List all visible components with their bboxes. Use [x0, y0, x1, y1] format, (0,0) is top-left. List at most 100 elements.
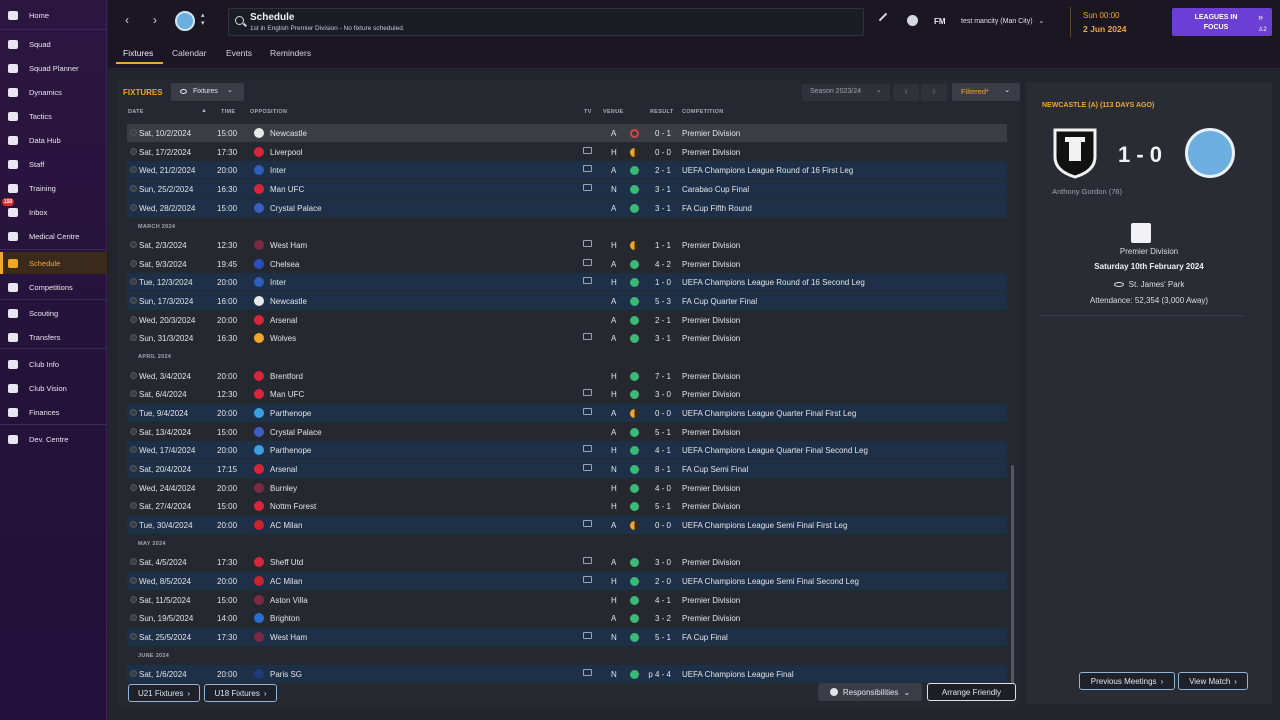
sidebar-item-club-info[interactable]: Club Info	[0, 353, 107, 375]
sidebar-item-competitions[interactable]: Competitions	[0, 276, 107, 298]
tab-reminders[interactable]: Reminders	[270, 48, 311, 58]
previous-meetings-button[interactable]: Previous Meetings ›	[1079, 672, 1175, 690]
responsibilities-button[interactable]: Responsibilities ⌄	[818, 683, 922, 701]
col-tv[interactable]: TV	[584, 109, 592, 115]
fixture-row[interactable]: Sat, 9/3/2024 19:45 Chelsea A 4 - 2 Premier D…	[127, 255, 1007, 273]
fixture-opposition[interactable]: AC Milan	[270, 521, 302, 530]
fixture-row[interactable]: Sun, 25/2/2024 16:30 Man UFC N 3 - 1 Carabao …	[127, 180, 1007, 198]
sidebar-item-squad[interactable]: Squad	[0, 33, 107, 55]
fixture-opposition[interactable]: Crystal Palace	[270, 204, 322, 213]
fixture-row[interactable]: Tue, 12/3/2024 20:00 Inter H 1 - 0 UEFA Champ…	[127, 273, 1007, 291]
sidebar-item-squad-planner[interactable]: Squad Planner	[0, 57, 107, 79]
fixture-row[interactable]: Wed, 17/4/2024 20:00 Parthenope H 4 - 1 UEFA …	[127, 441, 1007, 459]
fixture-row[interactable]: Wed, 21/2/2024 20:00 Inter A 2 - 1 UEFA Champ…	[127, 161, 1007, 179]
sidebar-item-transfers[interactable]: Transfers	[0, 326, 107, 348]
view-dropdown[interactable]: Fixtures ⌄	[171, 83, 244, 101]
tab-fixtures[interactable]: Fixtures	[123, 48, 153, 58]
arrange-friendly-button[interactable]: Arrange Friendly	[927, 683, 1016, 701]
fixture-row[interactable]: Sat, 2/3/2024 12:30 West Ham H 1 - 1 Premier …	[127, 236, 1007, 254]
fixture-opposition[interactable]: West Ham	[270, 633, 307, 642]
fixture-opposition[interactable]: Burnley	[270, 484, 297, 493]
fixture-row[interactable]: Sat, 17/2/2024 17:30 Liverpool H 0 - 0 Premie…	[127, 143, 1007, 161]
next-season-button[interactable]: ›	[921, 84, 947, 101]
club-crest-icon[interactable]	[175, 11, 195, 31]
tab-calendar[interactable]: Calendar	[172, 48, 207, 58]
u21-fixtures-button[interactable]: U21 Fixtures ›	[128, 684, 200, 702]
fixture-opposition[interactable]: Paris SG	[270, 670, 302, 679]
fixture-opposition[interactable]: Man UFC	[270, 390, 304, 399]
fixture-opposition[interactable]: Wolves	[270, 334, 296, 343]
fixture-row[interactable]: Wed, 28/2/2024 15:00 Crystal Palace A 3 - 1 F…	[127, 199, 1007, 217]
fixture-row[interactable]: Sun, 19/5/2024 14:00 Brighton A 3 - 2 Premier…	[127, 609, 1007, 627]
sidebar-item-dynamics[interactable]: Dynamics	[0, 81, 107, 103]
sidebar-item-staff[interactable]: Staff	[0, 153, 107, 175]
fixture-row[interactable]: Tue, 9/4/2024 20:00 Parthenope A 0 - 0 UEFA C…	[127, 404, 1007, 422]
home-crest-icon[interactable]	[1049, 127, 1101, 179]
fixture-row[interactable]: Sat, 13/4/2024 15:00 Crystal Palace A 5 - 1 P…	[127, 423, 1007, 441]
fixture-row[interactable]: Wed, 3/4/2024 20:00 Brentford H 7 - 1 Premier…	[127, 367, 1007, 385]
fm-logo[interactable]: FM	[934, 17, 946, 26]
u18-fixtures-button[interactable]: U18 Fixtures ›	[204, 684, 277, 702]
fixture-opposition[interactable]: AC Milan	[270, 577, 302, 586]
tab-events[interactable]: Events	[226, 48, 252, 58]
fixture-opposition[interactable]: Aston Villa	[270, 596, 308, 605]
fixture-opposition[interactable]: Brighton	[270, 614, 300, 623]
sidebar-item-data-hub[interactable]: Data Hub	[0, 129, 107, 151]
title-bar[interactable]: Schedule 1st in English Premier Division…	[228, 8, 864, 36]
away-crest-icon[interactable]	[1185, 128, 1235, 178]
fixture-row[interactable]: Sat, 11/5/2024 15:00 Aston Villa H 4 - 1 Prem…	[127, 591, 1007, 609]
prev-season-button[interactable]: ‹	[893, 84, 919, 101]
sidebar-item-club-vision[interactable]: Club Vision	[0, 377, 107, 399]
fixture-row[interactable]: Sun, 17/3/2024 16:00 Newcastle A 5 - 3 FA Cup…	[127, 292, 1007, 310]
scrollbar[interactable]	[1011, 465, 1014, 685]
fixture-opposition[interactable]: Arsenal	[270, 316, 297, 325]
sidebar-item-scouting[interactable]: Scouting	[0, 302, 107, 324]
sidebar-item-inbox[interactable]: 150 Inbox	[0, 198, 107, 223]
fixture-opposition[interactable]: West Ham	[270, 241, 307, 250]
leagues-in-focus-button[interactable]: LEAGUES IN FOCUS » ♙2	[1172, 8, 1272, 36]
view-match-button[interactable]: View Match ›	[1178, 672, 1248, 690]
fixture-row[interactable]: Sat, 4/5/2024 17:30 Sheff Utd A 3 - 0 Premier…	[127, 553, 1007, 571]
fixture-row[interactable]: Sun, 31/3/2024 16:30 Wolves A 3 - 1 Premier D…	[127, 329, 1007, 347]
sidebar-item-home[interactable]: Home	[0, 4, 107, 26]
fixture-row[interactable]: Sat, 20/4/2024 17:15 Arsenal N 8 - 1 FA Cup S…	[127, 460, 1007, 478]
sidebar-item-medical-centre[interactable]: Medical Centre	[0, 225, 107, 247]
filter-dropdown[interactable]: Filtered* ⌄	[952, 83, 1020, 101]
back-button[interactable]: ‹	[120, 13, 134, 27]
col-time[interactable]: TIME	[221, 109, 235, 115]
fixture-row[interactable]: Sat, 6/4/2024 12:30 Man UFC H 3 - 0 Premier D…	[127, 385, 1007, 403]
date-time[interactable]: Sun 00:00 2 Jun 2024	[1070, 7, 1164, 37]
col-date[interactable]: DATE	[128, 109, 144, 115]
fixture-opposition[interactable]: Newcastle	[270, 129, 307, 138]
fixture-opposition[interactable]: Chelsea	[270, 260, 299, 269]
fixture-opposition[interactable]: Newcastle	[270, 297, 307, 306]
sidebar-item-training[interactable]: Training	[0, 177, 107, 199]
fixture-row[interactable]: Wed, 24/4/2024 20:00 Burnley H 4 - 0 Premier …	[127, 479, 1007, 497]
fixture-opposition[interactable]: Man UFC	[270, 185, 304, 194]
fixture-opposition[interactable]: Sheff Utd	[270, 558, 303, 567]
sidebar-item-schedule[interactable]: Schedule	[0, 252, 107, 274]
sidebar-item-dev-centre[interactable]: Dev. Centre	[0, 428, 107, 450]
fixture-row[interactable]: Sat, 25/5/2024 17:30 West Ham N 5 - 1 FA Cup …	[127, 628, 1007, 646]
forward-button[interactable]: ›	[148, 13, 162, 27]
season-dropdown[interactable]: Season 2023/24 ⌄	[802, 84, 890, 101]
fixture-opposition[interactable]: Liverpool	[270, 148, 302, 157]
fixture-opposition[interactable]: Inter	[270, 278, 286, 287]
club-switch-icon[interactable]: ▴ ▾	[201, 12, 205, 28]
fixture-opposition[interactable]: Brentford	[270, 372, 303, 381]
manager-dropdown[interactable]: test mancity (Man City) ⌄	[961, 17, 1044, 25]
fixture-row[interactable]: Sat, 10/2/2024 15:00 Newcastle A 0 - 1 Premie…	[127, 124, 1007, 142]
fixture-opposition[interactable]: Parthenope	[270, 446, 311, 455]
col-competition[interactable]: COMPETITION	[682, 109, 724, 115]
fixture-row[interactable]: Sat, 27/4/2024 15:00 Nottm Forest H 5 - 1 Pre…	[127, 497, 1007, 515]
col-opposition[interactable]: OPPOSITION	[250, 109, 287, 115]
fixture-row[interactable]: Tue, 30/4/2024 20:00 AC Milan A 0 - 0 UEFA Ch…	[127, 516, 1007, 534]
col-venue[interactable]: VENUE	[603, 109, 623, 115]
fixture-opposition[interactable]: Inter	[270, 166, 286, 175]
sidebar-item-finances[interactable]: Finances	[0, 401, 107, 423]
sidebar-item-tactics[interactable]: Tactics	[0, 105, 107, 127]
fixture-row[interactable]: Sat, 1/6/2024 20:00 Paris SG Np 4 - 4 UEFA C…	[127, 665, 1007, 683]
fixture-opposition[interactable]: Parthenope	[270, 409, 311, 418]
fixture-row[interactable]: Wed, 8/5/2024 20:00 AC Milan H 2 - 0 UEFA Cha…	[127, 572, 1007, 590]
col-result[interactable]: RESULT	[650, 109, 673, 115]
